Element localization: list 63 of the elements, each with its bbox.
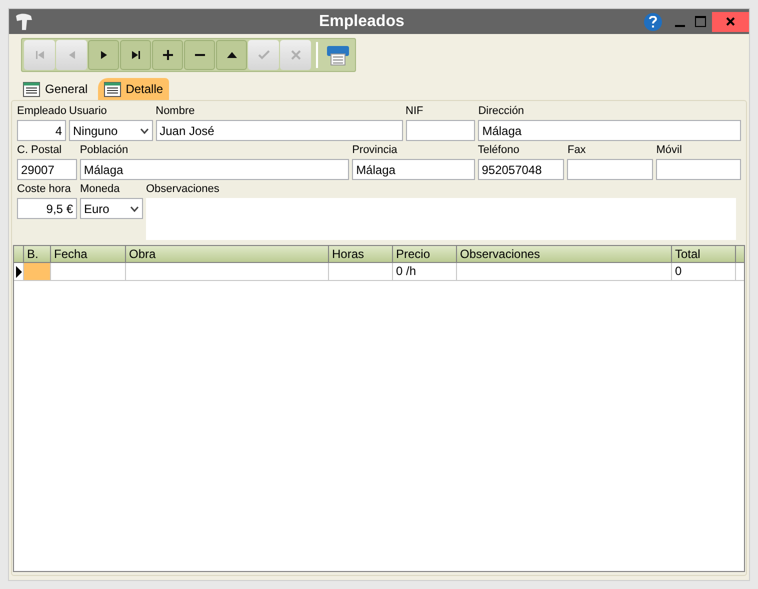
dropdown-field[interactable]: Euro bbox=[80, 198, 143, 219]
app-logo-icon bbox=[13, 12, 35, 32]
field-label: Dirección bbox=[478, 104, 524, 119]
help-button[interactable] bbox=[644, 12, 662, 30]
first-record-icon bbox=[34, 50, 46, 60]
toolbar-button[interactable] bbox=[216, 40, 247, 70]
field-label: Coste hora bbox=[17, 182, 71, 197]
list-icon bbox=[23, 82, 40, 96]
input-field[interactable]: Juan José bbox=[156, 120, 403, 141]
tab[interactable]: Detalle bbox=[98, 78, 170, 100]
field-label: Moneda bbox=[80, 182, 120, 197]
plus-icon bbox=[162, 50, 174, 60]
close-icon bbox=[726, 17, 735, 26]
chevron-down-icon bbox=[130, 206, 139, 212]
input-field[interactable] bbox=[567, 159, 654, 180]
input-field[interactable]: 952057048 bbox=[478, 159, 564, 180]
checkmark-icon bbox=[258, 50, 270, 60]
close-button[interactable] bbox=[712, 12, 749, 32]
field-label: Teléfono bbox=[478, 143, 520, 158]
minimize-icon bbox=[675, 24, 685, 26]
field-label: Empleado bbox=[17, 104, 67, 119]
printer-icon bbox=[326, 44, 350, 66]
dropdown-field[interactable]: Ninguno bbox=[69, 120, 153, 141]
toolbar-button[interactable] bbox=[120, 40, 151, 70]
toolbar-button[interactable] bbox=[88, 40, 119, 70]
column-header[interactable]: B. bbox=[24, 246, 51, 262]
maximize-icon bbox=[694, 16, 706, 27]
cross-icon bbox=[290, 50, 302, 60]
field-label: Nombre bbox=[156, 104, 195, 119]
field-label: Fax bbox=[567, 143, 586, 158]
window-title: Empleados bbox=[319, 12, 404, 32]
input-field[interactable]: 29007 bbox=[17, 159, 77, 180]
toolbar-button[interactable] bbox=[184, 40, 215, 70]
tab[interactable]: General bbox=[17, 78, 94, 100]
column-header[interactable]: Total bbox=[672, 246, 736, 262]
field-label: Usuario bbox=[69, 104, 107, 119]
up-arrow-icon bbox=[226, 50, 238, 60]
input-field[interactable] bbox=[656, 159, 741, 180]
field-label: Observaciones bbox=[146, 182, 220, 197]
input-field[interactable]: 4 bbox=[17, 120, 66, 141]
field-label: Móvil bbox=[656, 143, 682, 158]
field-label: Población bbox=[80, 143, 128, 158]
table-cell: 0 /h bbox=[393, 263, 457, 280]
toolbar-button[interactable] bbox=[152, 40, 183, 70]
column-header[interactable]: Precio bbox=[393, 246, 457, 262]
column-header[interactable]: Horas bbox=[329, 246, 393, 262]
input-field[interactable]: Málaga bbox=[478, 120, 742, 141]
help-icon bbox=[649, 16, 657, 28]
column-header[interactable]: Observaciones bbox=[457, 246, 672, 262]
input-field[interactable]: Málaga bbox=[352, 159, 475, 180]
column-header[interactable]: Obra bbox=[126, 246, 329, 262]
notes-field[interactable] bbox=[146, 198, 736, 240]
field-label: NIF bbox=[406, 104, 424, 119]
field-label: C. Postal bbox=[17, 143, 62, 158]
column-header[interactable]: Fecha bbox=[51, 246, 126, 262]
field-label: Provincia bbox=[352, 143, 398, 158]
input-field[interactable]: Málaga bbox=[80, 159, 350, 180]
input-field[interactable]: 9,5 € bbox=[17, 198, 77, 219]
table-cell: 0 bbox=[672, 263, 736, 280]
input-field[interactable] bbox=[406, 120, 476, 141]
last-record-icon bbox=[130, 50, 142, 60]
chevron-down-icon bbox=[140, 128, 149, 134]
list-icon bbox=[104, 82, 121, 96]
